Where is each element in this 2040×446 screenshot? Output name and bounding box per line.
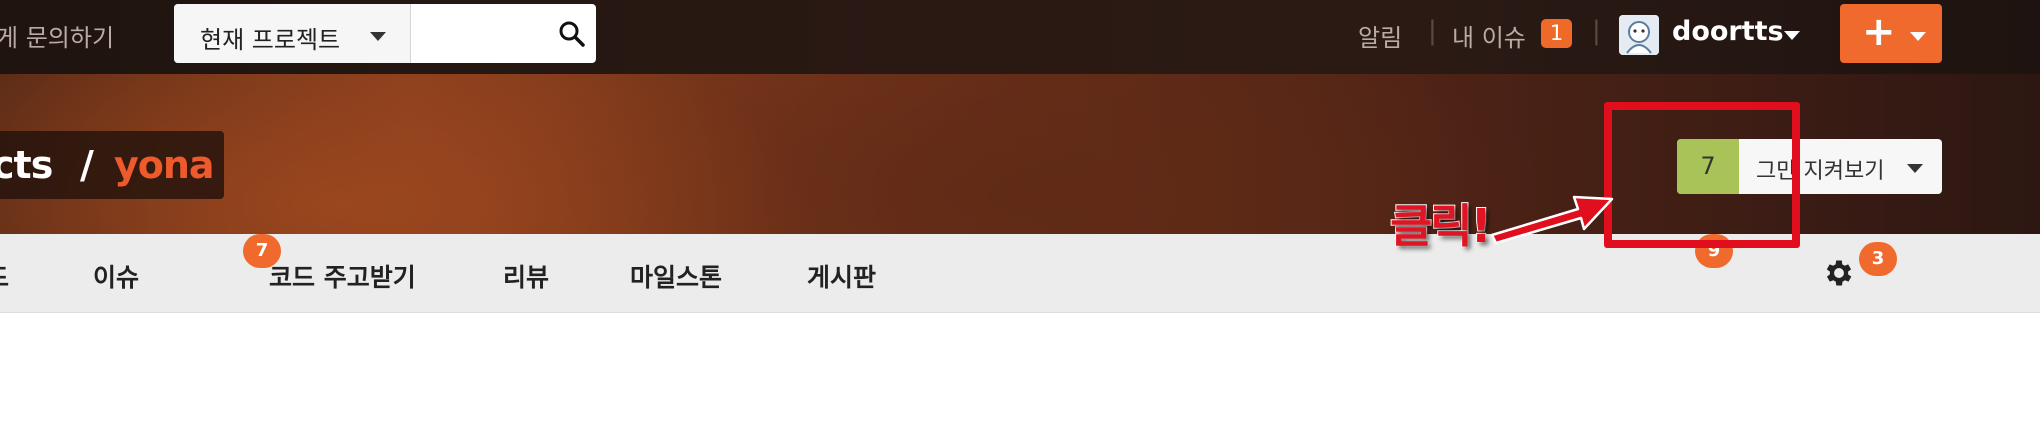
annotation-highlight-box [1604, 102, 1800, 248]
separator: | [1592, 16, 1601, 46]
menu-item-review[interactable]: 리뷰 [503, 258, 549, 294]
menu-item-board[interactable]: 게시판 9 [807, 234, 1733, 294]
chevron-down-icon [1910, 32, 1926, 41]
menu-item-partial[interactable]: 드 [0, 258, 9, 294]
settings-count-badge: 3 [1859, 242, 1897, 276]
top-navigation-bar: 게 문의하기 현재 프로젝트 알림 | 내 이슈 1 | doortts + [0, 0, 2040, 74]
project-name-link[interactable]: yona [114, 143, 215, 187]
avatar[interactable] [1619, 15, 1659, 55]
search-scope-label: 현재 프로젝트 [200, 26, 341, 54]
search-icon[interactable] [558, 20, 586, 48]
project-owner-link[interactable]: cts [0, 143, 53, 187]
search-scope-dropdown[interactable]: 현재 프로젝트 [174, 4, 411, 63]
new-item-button[interactable]: + [1840, 4, 1942, 63]
menu-item-label: 이슈 [93, 263, 140, 292]
menu-item-label: 게시판 [807, 263, 877, 292]
user-name[interactable]: doortts [1672, 16, 1784, 47]
my-issues-link[interactable]: 내 이슈 [1452, 18, 1526, 53]
chevron-down-icon [370, 32, 386, 41]
search-box: 현재 프로젝트 [174, 4, 596, 63]
project-title: cts / yona [0, 131, 224, 199]
chevron-down-icon[interactable] [1784, 31, 1800, 40]
annotation-arrow-icon [1490, 195, 1614, 245]
menu-item-code-review-requests[interactable]: 코드 주고받기 [269, 258, 416, 294]
gear-icon[interactable] [1822, 256, 1856, 290]
project-path-separator: / [80, 143, 94, 187]
plus-icon: + [1862, 9, 1896, 55]
menu-item-milestones[interactable]: 마일스톤 [630, 258, 722, 294]
avatar-image-icon [1619, 15, 1659, 55]
contact-link[interactable]: 게 문의하기 [0, 18, 114, 53]
menu-item-issues[interactable]: 이슈 7 [93, 234, 281, 294]
separator: | [1428, 16, 1437, 46]
notifications-link[interactable]: 알림 [1358, 18, 1402, 53]
my-issues-count-badge: 1 [1541, 19, 1572, 48]
annotation-click-label: 클릭! [1389, 198, 1493, 254]
search-input[interactable] [412, 4, 556, 63]
chevron-down-icon [1907, 164, 1923, 173]
